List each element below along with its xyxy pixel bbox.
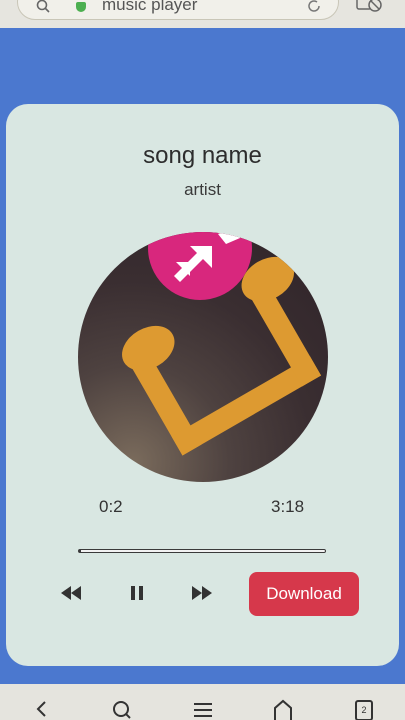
browser-top-bar: music player bbox=[0, 0, 405, 28]
rewind-icon bbox=[61, 586, 81, 600]
music-note-icon bbox=[122, 232, 322, 456]
player-card: song name artist 0:2 3:18 Download bbox=[6, 104, 399, 666]
album-art bbox=[78, 232, 328, 482]
address-text: music player bbox=[102, 0, 198, 14]
rewind-button[interactable] bbox=[49, 574, 93, 612]
tabs-blocked-icon[interactable] bbox=[355, 0, 385, 14]
fast-forward-button[interactable] bbox=[180, 574, 224, 612]
browser-bottom-bar: 2 bbox=[0, 684, 405, 720]
address-bar[interactable]: music player bbox=[17, 0, 339, 20]
song-title: song name bbox=[143, 142, 262, 169]
total-time: 3:18 bbox=[271, 497, 305, 516]
back-icon[interactable] bbox=[28, 698, 54, 720]
badge-circle bbox=[148, 232, 252, 300]
artist-name: artist bbox=[184, 180, 221, 199]
fast-forward-icon bbox=[192, 586, 212, 600]
download-button[interactable]: Download bbox=[249, 572, 359, 616]
pause-icon bbox=[131, 586, 143, 600]
home-icon[interactable] bbox=[270, 698, 296, 720]
progress-fill bbox=[79, 550, 82, 552]
progress-bar[interactable] bbox=[78, 549, 326, 553]
search-icon[interactable] bbox=[109, 698, 135, 720]
current-time: 0:2 bbox=[99, 497, 123, 516]
secure-shield-icon bbox=[76, 2, 86, 12]
menu-icon[interactable] bbox=[190, 698, 216, 720]
tab-count: 2 bbox=[361, 705, 366, 715]
search-icon bbox=[36, 0, 50, 13]
reload-icon[interactable] bbox=[306, 0, 322, 14]
pause-button[interactable] bbox=[115, 574, 159, 612]
tab-switcher-icon[interactable]: 2 bbox=[351, 698, 377, 720]
